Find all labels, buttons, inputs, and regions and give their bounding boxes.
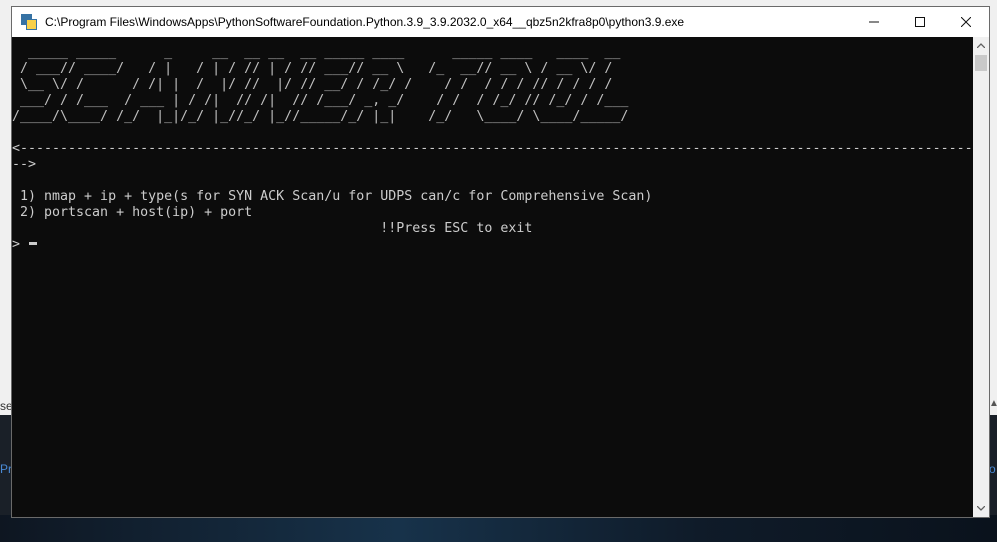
chevron-up-icon [977, 43, 985, 48]
ascii-banner-line: / ___// ____/ / | / | / // | / // ___// … [12, 61, 613, 76]
ascii-banner-line: _____ _____ _ __ __ __ __ _____ ____ ___… [12, 45, 621, 60]
separator-line: --> [12, 157, 37, 172]
background-window-text: o [989, 462, 996, 476]
taskbar-strip [0, 515, 997, 542]
exit-hint: !!Press ESC to exit [12, 221, 533, 236]
minimize-icon [869, 21, 879, 23]
console-window: C:\Program Files\WindowsApps\PythonSoftw… [11, 6, 990, 518]
ascii-banner-line: \__ \/ / / /| | / |/ // |/ // __/ / /_/ … [12, 77, 613, 92]
separator-line: <---------------------------------------… [12, 141, 973, 156]
maximize-button[interactable] [897, 7, 943, 37]
close-button[interactable] [943, 7, 989, 37]
window-controls [851, 7, 989, 37]
console-output[interactable]: _____ _____ _ __ __ __ __ _____ ____ ___… [12, 37, 973, 517]
vertical-scrollbar[interactable] [973, 37, 989, 517]
minimize-button[interactable] [851, 7, 897, 37]
menu-option: 1) nmap + ip + type(s for SYN ACK Scan/u… [12, 189, 653, 204]
scrollbar-thumb[interactable] [975, 55, 987, 71]
ascii-banner-line: ___/ / /___ / ___ | / /| // /| // /___/ … [12, 93, 629, 108]
ascii-banner-line: /____/\____/ /_/ |_|/_/ |_//_/ |_//_____… [12, 109, 629, 124]
input-prompt[interactable]: > [12, 237, 28, 253]
title-bar[interactable]: C:\Program Files\WindowsApps\PythonSoftw… [12, 7, 989, 37]
maximize-icon [915, 17, 925, 27]
python-icon [21, 14, 37, 30]
background-scroll-arrow-icon: ▲ [989, 398, 997, 409]
text-cursor [29, 242, 37, 245]
scroll-down-button[interactable] [973, 500, 989, 517]
scroll-up-button[interactable] [973, 37, 989, 54]
close-icon [961, 17, 971, 27]
chevron-down-icon [977, 506, 985, 511]
menu-option: 2) portscan + host(ip) + port [12, 205, 253, 220]
window-title: C:\Program Files\WindowsApps\PythonSoftw… [45, 15, 685, 29]
